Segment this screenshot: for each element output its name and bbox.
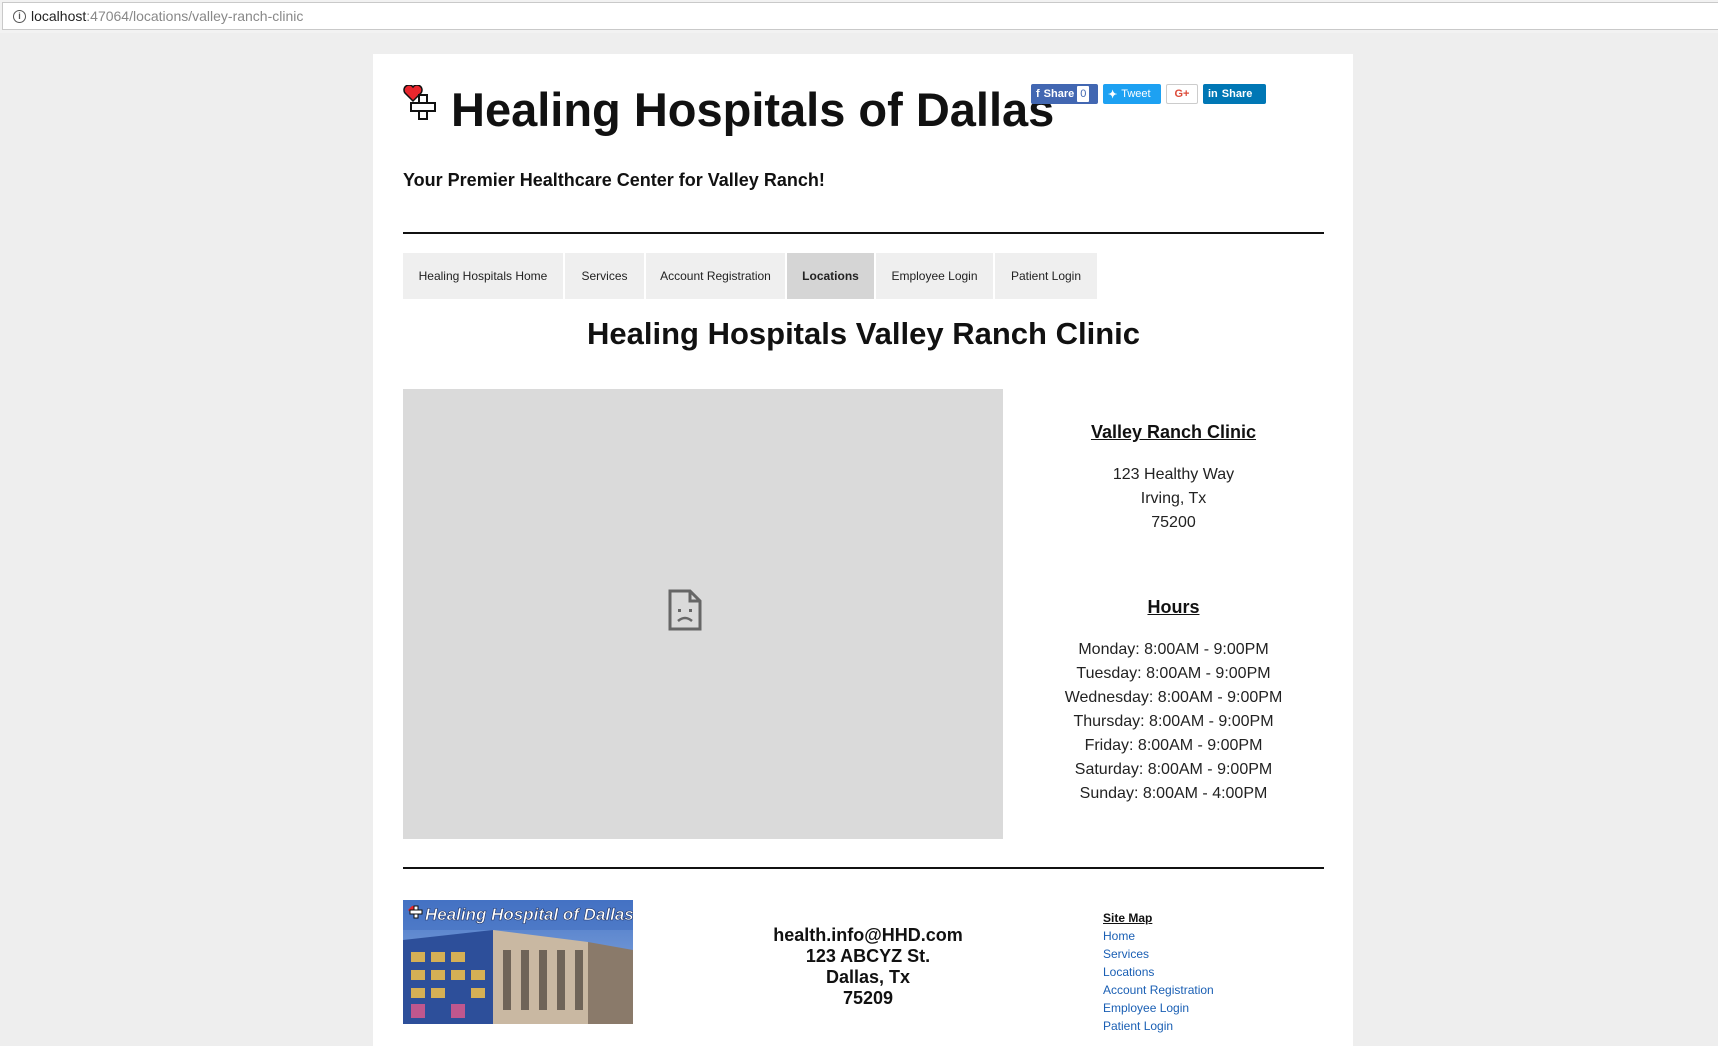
tagline: Your Premier Healthcare Center for Valle… (403, 170, 825, 190)
address-line: 123 Healthy Way (1112, 466, 1235, 483)
footer-divider (403, 867, 1324, 869)
sitemap-link-employee-login[interactable]: Employee Login (1103, 999, 1214, 1017)
url-host: localhost (31, 8, 87, 24)
contact-city: Dallas, Tx (825, 967, 911, 987)
heart-cross-icon (403, 85, 436, 120)
hours-item: Tuesday: 8:00AM - 9:00PM (1076, 665, 1271, 682)
image-caption: Healing Hospital of Dallas (425, 905, 633, 924)
google-plus-button[interactable]: G+ (1166, 84, 1198, 104)
nav-account-registration[interactable]: Account Registration (646, 253, 785, 299)
hours-item: Friday: 8:00AM - 9:00PM (1084, 737, 1263, 754)
facebook-share-count: 0 (1077, 86, 1090, 102)
contact-zip: 75209 (842, 988, 894, 1008)
hours-item: Sunday: 8:00AM - 4:00PM (1079, 785, 1268, 802)
sitemap-title: Site Map (1103, 911, 1153, 925)
twitter-bird-icon: ✦ (1108, 88, 1118, 101)
hours-item: Wednesday: 8:00AM - 9:00PM (1064, 689, 1283, 706)
sitemap-link-home[interactable]: Home (1103, 927, 1214, 945)
hospital-building-image: Healing Hospital of Dallas (403, 900, 633, 1024)
page-container: Healing Hospitals of Dallas f Share 0 ✦ … (373, 54, 1353, 1046)
linkedin-share-button[interactable]: in Share (1203, 84, 1266, 104)
main-nav: Healing Hospitals Home Services Account … (403, 253, 1099, 299)
info-icon[interactable]: i (13, 9, 26, 23)
sitemap-link-locations[interactable]: Locations (1103, 963, 1214, 981)
header-divider (403, 232, 1324, 234)
browser-address-bar: i localhost:47064/locations/valley-ranch… (0, 0, 1718, 33)
sitemap-link-services[interactable]: Services (1103, 945, 1214, 963)
nav-home[interactable]: Healing Hospitals Home (403, 253, 563, 299)
facebook-share-button[interactable]: f Share 0 (1031, 84, 1098, 104)
nav-services[interactable]: Services (565, 253, 644, 299)
facebook-share-label: Share (1043, 88, 1075, 100)
contact-street: 123 ABCYZ St. (805, 946, 931, 966)
address-line: 75200 (1151, 514, 1196, 531)
twitter-tweet-button[interactable]: ✦ Tweet (1103, 84, 1161, 104)
map-embed[interactable] (403, 389, 1003, 839)
contact-email[interactable]: health.info@HHD.com (753, 925, 983, 946)
nav-locations[interactable]: Locations (787, 253, 874, 299)
footer-contact: health.info@HHD.com 123 ABCYZ St. Dallas… (753, 925, 983, 1009)
address-line: Irving, Tx (1140, 490, 1207, 507)
linkedin-share-label: Share (1221, 88, 1253, 100)
tweet-label: Tweet (1121, 88, 1151, 100)
clinic-address: 123 Healthy Way Irving, Tx 75200 (1043, 463, 1304, 535)
sitemap-link-account-registration[interactable]: Account Registration (1103, 981, 1214, 999)
page-heading: Healing Hospitals Valley Ranch Clinic (586, 316, 1140, 351)
hours-item: Saturday: 8:00AM - 9:00PM (1074, 761, 1273, 778)
site-title[interactable]: Healing Hospitals of Dallas (451, 82, 1054, 137)
linkedin-icon: in (1208, 88, 1218, 100)
hours-heading: Hours (1147, 597, 1200, 617)
url-field[interactable]: i localhost:47064/locations/valley-ranch… (2, 2, 1718, 30)
sitemap: Site Map Home Services Locations Account… (1103, 909, 1214, 1035)
url-path: :47064/locations/valley-ranch-clinic (86, 8, 304, 24)
google-plus-icon: G+ (1174, 88, 1190, 100)
hours-item: Monday: 8:00AM - 9:00PM (1078, 641, 1269, 658)
clinic-name: Valley Ranch Clinic (1090, 422, 1257, 442)
nav-patient-login[interactable]: Patient Login (995, 253, 1097, 299)
sitemap-link-patient-login[interactable]: Patient Login (1103, 1017, 1214, 1035)
hours-item: Thursday: 8:00AM - 9:00PM (1073, 713, 1274, 730)
hours-list: Monday: 8:00AM - 9:00PM Tuesday: 8:00AM … (1043, 638, 1304, 806)
broken-document-icon (668, 589, 702, 631)
facebook-icon: f (1036, 88, 1040, 100)
nav-employee-login[interactable]: Employee Login (876, 253, 993, 299)
